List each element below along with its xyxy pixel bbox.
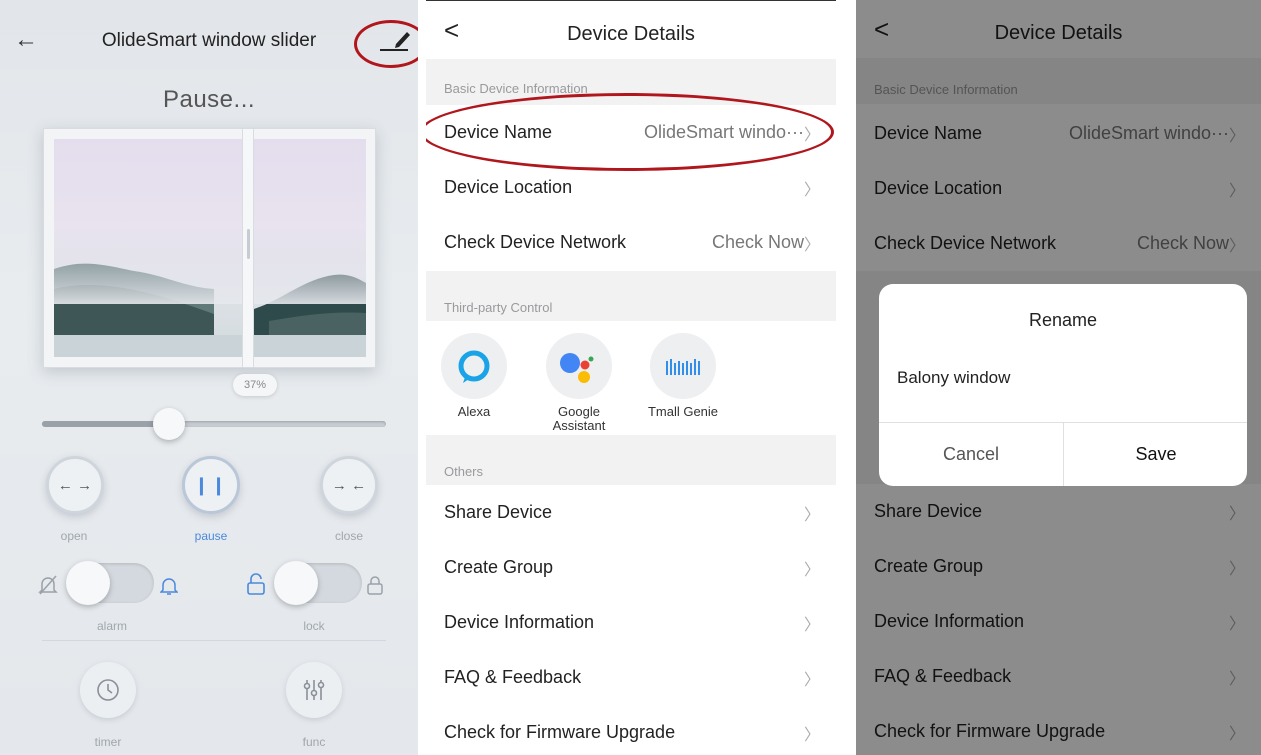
window-slider-screen: ← OlideSmart window slider Pause... 37% … bbox=[0, 0, 418, 755]
row-label: Check for Firmware Upgrade bbox=[444, 722, 676, 742]
create-group-row[interactable]: Create Group 〉 bbox=[426, 540, 836, 595]
device-location-row[interactable]: Device Location 〉 bbox=[426, 160, 836, 215]
window-glass bbox=[54, 139, 366, 357]
position-percent-badge: 37% bbox=[233, 374, 277, 396]
share-device-row[interactable]: Share Device 〉 bbox=[426, 485, 836, 540]
check-now-value: Check Now bbox=[711, 232, 804, 252]
chevron-right-icon: 〉 bbox=[803, 616, 820, 634]
device-name-value: OlideSmart windo··· bbox=[643, 122, 804, 142]
dialog-title: Rename bbox=[1028, 310, 1098, 330]
open-button[interactable]: ← → bbox=[46, 456, 104, 514]
alexa-icon bbox=[441, 333, 507, 399]
bell-off-icon bbox=[38, 574, 58, 601]
clock-icon bbox=[97, 679, 119, 701]
row-label: Device Information bbox=[444, 612, 595, 632]
chevron-right-icon: 〉 bbox=[803, 236, 820, 254]
lock-icon bbox=[366, 575, 384, 600]
pause-label: pause bbox=[194, 529, 228, 543]
alarm-label: alarm bbox=[96, 619, 127, 633]
google-label-line2: Assistant bbox=[552, 418, 606, 433]
alexa-label: Alexa bbox=[457, 404, 491, 419]
chevron-right-icon: 〉 bbox=[803, 181, 820, 199]
check-network-row[interactable]: Check Device Network Check Now 〉 bbox=[426, 215, 836, 270]
details-header: < Device Details bbox=[426, 1, 836, 59]
edit-pencil-icon[interactable] bbox=[374, 26, 414, 54]
window-mullion bbox=[242, 129, 254, 367]
lock-toggle[interactable] bbox=[274, 561, 362, 605]
device-name-row[interactable]: Device Name OlideSmart windo··· 〉 bbox=[426, 105, 836, 160]
func-button[interactable] bbox=[286, 662, 342, 718]
tmall-genie-icon bbox=[650, 333, 716, 399]
chevron-right-icon: 〉 bbox=[803, 506, 820, 524]
row-label: Device Location bbox=[444, 177, 573, 197]
section-third-party: Third-party Control bbox=[426, 271, 836, 321]
section-basic-info: Basic Device Information bbox=[426, 59, 836, 105]
section-others: Others bbox=[426, 435, 836, 485]
rename-input[interactable]: Balony window bbox=[897, 368, 1227, 388]
lock-label: lock bbox=[303, 619, 325, 633]
row-label: FAQ & Feedback bbox=[444, 667, 582, 687]
chevron-right-icon: 〉 bbox=[803, 561, 820, 579]
google-label-line1: Google bbox=[558, 404, 600, 419]
close-button[interactable]: → ← bbox=[320, 456, 378, 514]
bell-icon bbox=[159, 576, 179, 601]
alexa-item[interactable]: Alexa bbox=[434, 333, 514, 419]
chevron-right-icon: 〉 bbox=[803, 726, 820, 744]
chevron-right-icon: 〉 bbox=[803, 126, 820, 144]
page-title: Device Details bbox=[567, 23, 695, 45]
timer-label: timer bbox=[94, 735, 122, 749]
lock-toggle-knob bbox=[274, 561, 318, 605]
app-header: ← OlideSmart window slider bbox=[0, 20, 418, 60]
firmware-upgrade-row[interactable]: Check for Firmware Upgrade 〉 bbox=[426, 705, 836, 755]
position-slider-fill bbox=[42, 421, 170, 427]
rename-dialog-screen: < Device Details Basic Device Informatio… bbox=[856, 0, 1261, 755]
tmall-genie-label: Tmall Genie bbox=[647, 404, 719, 419]
save-button[interactable]: Save bbox=[1064, 422, 1247, 486]
google-assistant-label: Google Assistant bbox=[539, 405, 619, 433]
row-label: Create Group bbox=[444, 557, 554, 577]
device-details-screen: < Device Details Basic Device Informatio… bbox=[426, 0, 836, 755]
alarm-toggle-knob bbox=[66, 561, 110, 605]
alarm-toggle[interactable] bbox=[66, 561, 154, 605]
tmall-genie-item[interactable]: Tmall Genie bbox=[643, 333, 723, 419]
window-handle bbox=[247, 229, 250, 259]
close-label: close bbox=[334, 529, 363, 543]
section-divider bbox=[42, 640, 386, 641]
unlock-icon bbox=[246, 573, 266, 600]
position-slider-track[interactable] bbox=[42, 421, 386, 427]
rename-dialog: Rename Balony window Cancel Save bbox=[879, 284, 1247, 486]
pause-icon: ❙❙ bbox=[193, 474, 229, 495]
chevron-right-icon: 〉 bbox=[803, 671, 820, 689]
row-label: Device Name bbox=[444, 122, 553, 142]
position-slider-thumb[interactable] bbox=[153, 408, 186, 440]
row-label: Share Device bbox=[444, 502, 553, 522]
google-assistant-icon bbox=[546, 333, 612, 399]
cancel-button[interactable]: Cancel bbox=[879, 422, 1063, 486]
open-label: open bbox=[60, 529, 88, 543]
third-party-grid: Alexa Google Assistant Tmall Genie bbox=[426, 321, 836, 435]
status-text: Pause... bbox=[162, 86, 256, 113]
window-illustration bbox=[43, 128, 376, 368]
google-assistant-item[interactable]: Google Assistant bbox=[539, 333, 619, 433]
device-title: OlideSmart window slider bbox=[101, 30, 317, 51]
func-label: func bbox=[302, 735, 326, 749]
expand-arrows-icon: ← → bbox=[57, 476, 93, 494]
pause-button[interactable]: ❙❙ bbox=[182, 456, 240, 514]
device-information-row[interactable]: Device Information 〉 bbox=[426, 595, 836, 650]
row-label: Check Device Network bbox=[444, 232, 627, 252]
collapse-arrows-icon: → ← bbox=[331, 476, 367, 494]
timer-button[interactable] bbox=[80, 662, 136, 718]
faq-feedback-row[interactable]: FAQ & Feedback 〉 bbox=[426, 650, 836, 705]
sliders-icon bbox=[303, 680, 325, 700]
